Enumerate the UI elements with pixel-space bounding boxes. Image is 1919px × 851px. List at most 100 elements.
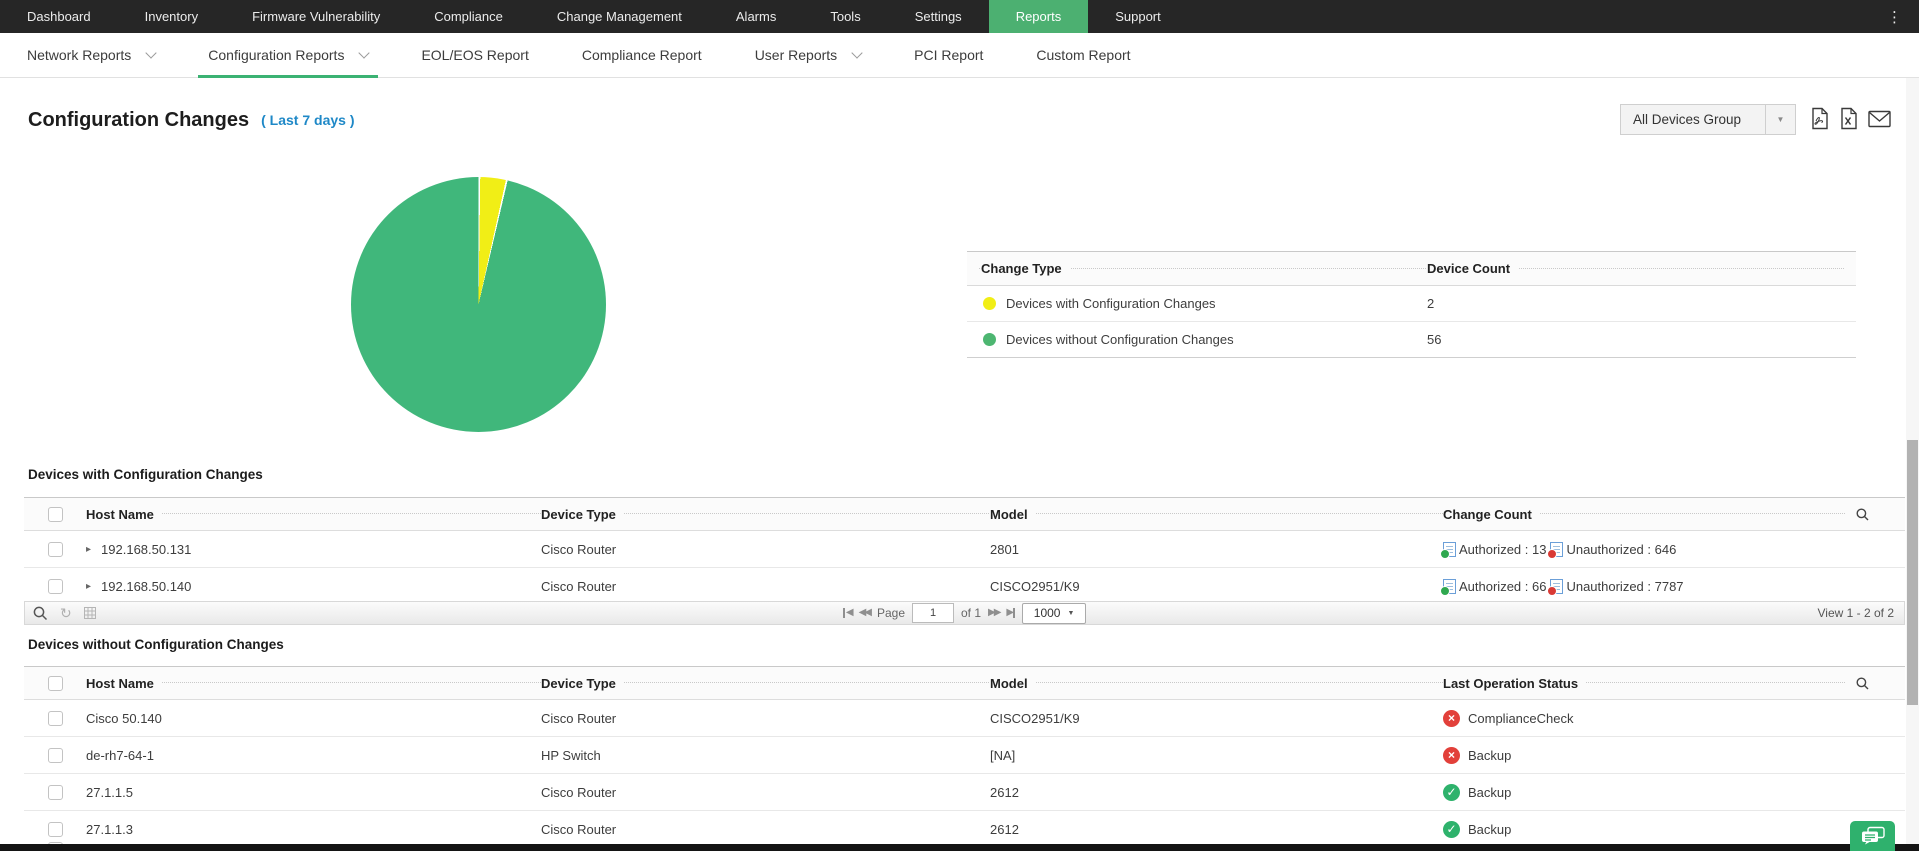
app-window: Dashboard Inventory Firmware Vulnerabili… — [0, 0, 1919, 851]
model: 2612 — [990, 784, 1019, 800]
row-checkbox[interactable] — [47, 541, 63, 557]
export-pdf-icon[interactable] — [1810, 107, 1829, 130]
section-title-without-changes: Devices without Configuration Changes — [28, 637, 284, 652]
nav-settings[interactable]: Settings — [888, 0, 989, 33]
pagination-toolbar: ↻ ◀ ◀◀ Page of 1 ▶▶ ▶ 1000 ▼ View 1 - 2 … — [24, 601, 1905, 625]
row-checkbox[interactable] — [47, 821, 63, 837]
page-of-label: of 1 — [961, 606, 982, 620]
previous-page-icon[interactable]: ◀◀ — [859, 608, 872, 618]
expand-row-icon[interactable]: ▸ — [86, 544, 91, 555]
page-label: Page — [876, 606, 905, 620]
legend-swatch-with-changes — [983, 297, 996, 310]
nav-tools[interactable]: Tools — [803, 0, 887, 33]
tab-label: PCI Report — [914, 47, 984, 63]
unauthorized-count: Unauthorized : 646 — [1566, 541, 1677, 557]
table-header-row: Host Name Device Type Model Change Count — [24, 497, 1905, 531]
nav-alarms[interactable]: Alarms — [709, 0, 803, 33]
tab-eol-eos-report[interactable]: EOL/EOS Report — [411, 33, 538, 77]
tab-user-reports[interactable]: User Reports — [745, 33, 871, 77]
col-change-count: Change Count — [1443, 506, 1540, 522]
section-title-with-changes: Devices with Configuration Changes — [28, 467, 263, 482]
table-devices-without-changes: Host Name Device Type Model Last Operati… — [24, 666, 1905, 848]
row-checkbox[interactable] — [47, 784, 63, 800]
col-model: Model — [990, 506, 1036, 522]
legend-count: 56 — [1427, 332, 1442, 347]
expand-row-icon[interactable]: ▸ — [86, 581, 91, 592]
host-name: 192.168.50.140 — [101, 578, 192, 594]
table-row: 27.1.1.3 Cisco Router 2612 ✓ Backup — [24, 811, 1905, 848]
device-type: Cisco Router — [541, 578, 617, 594]
select-all-checkbox[interactable] — [47, 675, 63, 691]
tab-network-reports[interactable]: Network Reports — [17, 33, 165, 77]
tab-label: User Reports — [754, 47, 838, 63]
unauthorized-gear-icon — [1547, 548, 1558, 559]
device-type: Cisco Router — [541, 541, 617, 557]
host-name: de-rh7-64-1 — [86, 747, 154, 763]
live-chat-button[interactable] — [1850, 821, 1895, 851]
row-checkbox[interactable] — [47, 578, 63, 594]
device-type: HP Switch — [541, 747, 601, 763]
authorized-count: Authorized : 13 — [1459, 541, 1547, 557]
nav-firmware-vulnerability[interactable]: Firmware Vulnerability — [225, 0, 407, 33]
page-title: Configuration Changes — [28, 108, 250, 131]
page-size-select[interactable]: 1000 ▼ — [1022, 602, 1087, 624]
first-page-icon[interactable]: ◀ — [842, 608, 854, 618]
col-host-name: Host Name — [86, 506, 162, 522]
host-name: 27.1.1.5 — [86, 784, 133, 800]
page-scrollbar-thumb[interactable] — [1907, 440, 1918, 705]
authorized-count: Authorized : 66 — [1459, 578, 1547, 594]
reports-sub-navigation: Network Reports Configuration Reports EO… — [0, 33, 1919, 78]
nav-reports[interactable]: Reports — [988, 0, 1089, 33]
legend-col-change-type: Change Type — [981, 261, 1070, 276]
model: [NA] — [990, 747, 1016, 763]
tab-compliance-report[interactable]: Compliance Report — [572, 33, 712, 77]
unauthorized-config-icon — [1547, 578, 1564, 596]
col-model: Model — [990, 675, 1036, 691]
legend-label: Devices with Configuration Changes — [1006, 296, 1216, 311]
export-excel-icon[interactable] — [1839, 107, 1858, 130]
table-search-icon[interactable] — [1852, 507, 1873, 521]
tab-pci-report[interactable]: PCI Report — [904, 33, 993, 77]
model: CISCO2951/K9 — [990, 710, 1080, 726]
nav-support[interactable]: Support — [1088, 0, 1188, 33]
status-fail-icon: × — [1443, 709, 1460, 727]
unauthorized-config-icon — [1547, 541, 1564, 559]
chart-legend-table: Change Type Device Count Devices with Co… — [967, 251, 1856, 358]
tab-configuration-reports[interactable]: Configuration Reports — [198, 33, 379, 78]
device-group-selector[interactable]: All Devices Group ▼ — [1620, 104, 1796, 135]
model: 2801 — [990, 541, 1019, 557]
page-number-input[interactable] — [912, 603, 954, 623]
table-search-icon[interactable] — [1852, 676, 1873, 690]
row-checkbox[interactable] — [47, 747, 63, 763]
page-size-value: 1000 — [1033, 606, 1061, 620]
unauthorized-gear-icon — [1547, 585, 1558, 596]
overflow-menu-icon[interactable]: ⋮ — [1871, 0, 1919, 33]
select-all-checkbox[interactable] — [47, 506, 63, 522]
tab-custom-report[interactable]: Custom Report — [1026, 33, 1140, 77]
nav-dashboard[interactable]: Dashboard — [0, 0, 118, 33]
table-header-row: Host Name Device Type Model Last Operati… — [24, 666, 1905, 700]
last-operation-status: Backup — [1468, 784, 1512, 800]
col-device-type: Device Type — [541, 675, 624, 691]
email-report-icon[interactable] — [1868, 110, 1891, 128]
table-row: ▸ 192.168.50.131 Cisco Router 2801 Autho… — [24, 531, 1905, 568]
nav-inventory[interactable]: Inventory — [118, 0, 225, 33]
table-devices-with-changes: Host Name Device Type Model Change Count… — [24, 497, 1905, 605]
bottom-edge-bar — [0, 844, 1919, 851]
chevron-down-icon — [851, 47, 863, 59]
nav-compliance[interactable]: Compliance — [407, 0, 530, 33]
chevron-down-icon — [145, 47, 157, 59]
nav-change-management[interactable]: Change Management — [530, 0, 709, 33]
model: CISCO2951/K9 — [990, 578, 1080, 594]
dropdown-arrow-icon: ▼ — [1067, 609, 1075, 617]
table-row: 27.1.1.5 Cisco Router 2612 ✓ Backup — [24, 774, 1905, 811]
legend-row: Devices without Configuration Changes 56 — [967, 321, 1856, 357]
col-host-name: Host Name — [86, 675, 162, 691]
device-group-value: All Devices Group — [1633, 112, 1742, 127]
last-page-icon[interactable]: ▶ — [1006, 608, 1016, 618]
model: 2612 — [990, 821, 1019, 837]
report-period-link[interactable]: ( Last 7 days ) — [261, 112, 354, 128]
next-page-icon[interactable]: ▶▶ — [988, 608, 1001, 618]
dropdown-arrow-icon: ▼ — [1765, 105, 1795, 134]
row-checkbox[interactable] — [47, 710, 63, 726]
